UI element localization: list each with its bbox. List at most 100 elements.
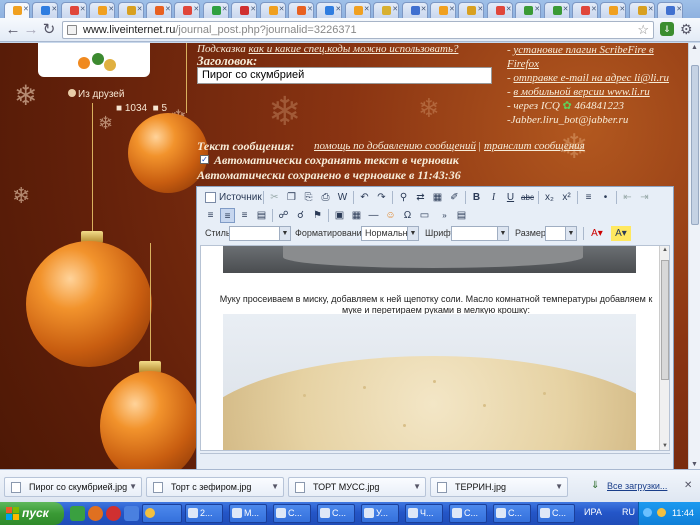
horizontal-rule-icon[interactable]: —: [366, 208, 381, 223]
text-color-icon[interactable]: A▾: [587, 226, 607, 241]
all-downloads-link[interactable]: Все загрузки...: [607, 481, 667, 491]
style-select[interactable]: ▼: [229, 226, 291, 241]
close-icon[interactable]: ✕: [684, 480, 692, 491]
link-icon[interactable]: ☍: [276, 208, 291, 223]
copy-icon[interactable]: ❐: [284, 190, 299, 205]
taskbar-window[interactable]: C...: [493, 504, 531, 523]
download-item[interactable]: ТЕРРИН.jpg ▼: [430, 477, 568, 497]
browser-tab[interactable]: ✕: [117, 2, 144, 18]
browser-tab[interactable]: ✕: [259, 2, 286, 18]
undo-icon[interactable]: ↶: [357, 190, 372, 205]
browser-tab[interactable]: ✕: [373, 2, 400, 18]
smiley-icon[interactable]: ☺: [383, 208, 398, 223]
tab-close-icon[interactable]: ✕: [506, 6, 512, 14]
tab-close-icon[interactable]: ✕: [648, 6, 654, 14]
outdent-icon[interactable]: ⇤: [620, 190, 635, 205]
quicklaunch-icon[interactable]: [70, 506, 85, 521]
browser-tab[interactable]: ✕: [486, 2, 513, 18]
format-select[interactable]: Нормальн... ▼: [361, 226, 419, 241]
tab-close-icon[interactable]: ✕: [477, 6, 483, 14]
align-left-icon[interactable]: ≡: [203, 208, 218, 223]
translit-link[interactable]: транслит сообщения: [484, 140, 585, 152]
align-right-icon[interactable]: ≡: [237, 208, 252, 223]
tab-close-icon[interactable]: ✕: [534, 6, 540, 14]
tab-close-icon[interactable]: ✕: [51, 6, 57, 14]
align-justify-icon[interactable]: ▤: [254, 208, 269, 223]
quicklaunch-icon[interactable]: [124, 506, 139, 521]
browser-tab[interactable]: ✕: [401, 2, 428, 18]
browser-tab[interactable]: ✕: [89, 2, 116, 18]
tab-close-icon[interactable]: ✕: [591, 6, 597, 14]
firefox-icon[interactable]: [88, 506, 103, 521]
indent-icon[interactable]: ⇥: [637, 190, 652, 205]
download-item[interactable]: Торт с зефиром.jpg ▼: [146, 477, 284, 497]
replace-icon[interactable]: ⇄: [413, 190, 428, 205]
editor-scrollbar[interactable]: ▲ ▼: [659, 246, 669, 450]
tab-close-icon[interactable]: ✕: [364, 6, 370, 14]
taskbar-window-chrome[interactable]: [142, 504, 182, 523]
tray-app-label[interactable]: ИРА: [584, 507, 602, 517]
tab-close-icon[interactable]: ✕: [307, 6, 313, 14]
anchor-icon[interactable]: ⚑: [310, 208, 325, 223]
taskbar-window[interactable]: C...: [537, 504, 575, 523]
friends-link[interactable]: Из друзей: [68, 89, 124, 100]
taskbar-window[interactable]: M...: [229, 504, 267, 523]
size-select[interactable]: ▼: [545, 226, 577, 241]
tab-close-icon[interactable]: ✕: [108, 6, 114, 14]
download-item[interactable]: Пирог со скумбрией.jpg ▼: [4, 477, 142, 497]
browser-tab[interactable]: ✕: [146, 2, 172, 18]
strikethrough-icon[interactable]: abc: [520, 190, 535, 205]
browser-tab[interactable]: ✕: [174, 2, 201, 18]
tab-close-icon[interactable]: ✕: [23, 6, 29, 14]
tab-close-icon[interactable]: ✕: [279, 6, 285, 14]
address-bar[interactable]: www.liveinternet.ru/journal_post.php?jou…: [62, 21, 654, 39]
browser-tab[interactable]: ✕: [572, 2, 598, 18]
paste-word-icon[interactable]: W: [335, 190, 350, 205]
tab-close-icon[interactable]: ✕: [193, 6, 199, 14]
tab-close-icon[interactable]: ✕: [137, 6, 143, 14]
taskbar-window[interactable]: У...: [361, 504, 399, 523]
language-indicator[interactable]: RU: [622, 507, 635, 517]
scribefire-link[interactable]: установие плагин ScribeFire в Firefox: [507, 44, 654, 70]
browser-tab[interactable]: ✕: [600, 2, 627, 18]
page-break-icon[interactable]: ▭: [417, 208, 432, 223]
network-icon[interactable]: [643, 508, 652, 517]
blog-avatar[interactable]: [38, 43, 150, 77]
browser-tab[interactable]: ✕: [458, 2, 485, 18]
tab-close-icon[interactable]: ✕: [222, 6, 228, 14]
source-button[interactable]: Источник: [203, 190, 262, 205]
taskbar-window[interactable]: 2...: [185, 504, 223, 523]
page-scrollbar[interactable]: ▲ ▼: [688, 43, 700, 469]
tab-close-icon[interactable]: ✕: [676, 6, 682, 14]
mobile-version-link[interactable]: в мобильной версии www.li.ru: [513, 86, 649, 98]
start-button[interactable]: пуск: [0, 502, 64, 525]
opera-icon[interactable]: [106, 506, 121, 521]
unlink-icon[interactable]: ☌: [293, 208, 308, 223]
image-icon[interactable]: ▣: [332, 208, 347, 223]
extension-download-icon[interactable]: ⇓: [660, 22, 674, 36]
chevron-down-icon[interactable]: ▼: [271, 482, 279, 491]
browser-tab[interactable]: ✕: [344, 2, 371, 18]
paste-icon[interactable]: ⎘: [301, 190, 316, 205]
browser-tab[interactable]: ✕: [60, 2, 87, 18]
chevron-down-icon[interactable]: ▼: [129, 482, 137, 491]
subscript-icon[interactable]: x₂: [542, 190, 557, 205]
select-all-icon[interactable]: ▦: [430, 190, 445, 205]
post-title-input[interactable]: Пирог со скумбрией: [197, 67, 492, 84]
bold-icon[interactable]: B: [469, 190, 484, 205]
browser-tab[interactable]: ✕: [231, 2, 258, 18]
tab-close-icon[interactable]: ✕: [250, 6, 256, 14]
message-help-link[interactable]: помощь по добавлению сообщений: [314, 140, 476, 152]
browser-tab[interactable]: ✕: [202, 2, 229, 18]
browser-tab[interactable]: ✕: [4, 2, 30, 18]
wrench-menu-icon[interactable]: ⚙: [680, 21, 693, 38]
cut-icon[interactable]: ✂: [267, 190, 282, 205]
underline-icon[interactable]: U: [503, 190, 518, 205]
browser-tab[interactable]: ✕: [657, 2, 684, 18]
remove-format-icon[interactable]: ✐: [447, 190, 462, 205]
volume-icon[interactable]: [657, 508, 666, 517]
browser-tab[interactable]: ✕: [543, 2, 570, 18]
download-item[interactable]: ТОРТ МУСС.jpg ▼: [288, 477, 426, 497]
numbered-list-icon[interactable]: ≡: [581, 190, 596, 205]
tab-close-icon[interactable]: ✕: [563, 6, 569, 14]
